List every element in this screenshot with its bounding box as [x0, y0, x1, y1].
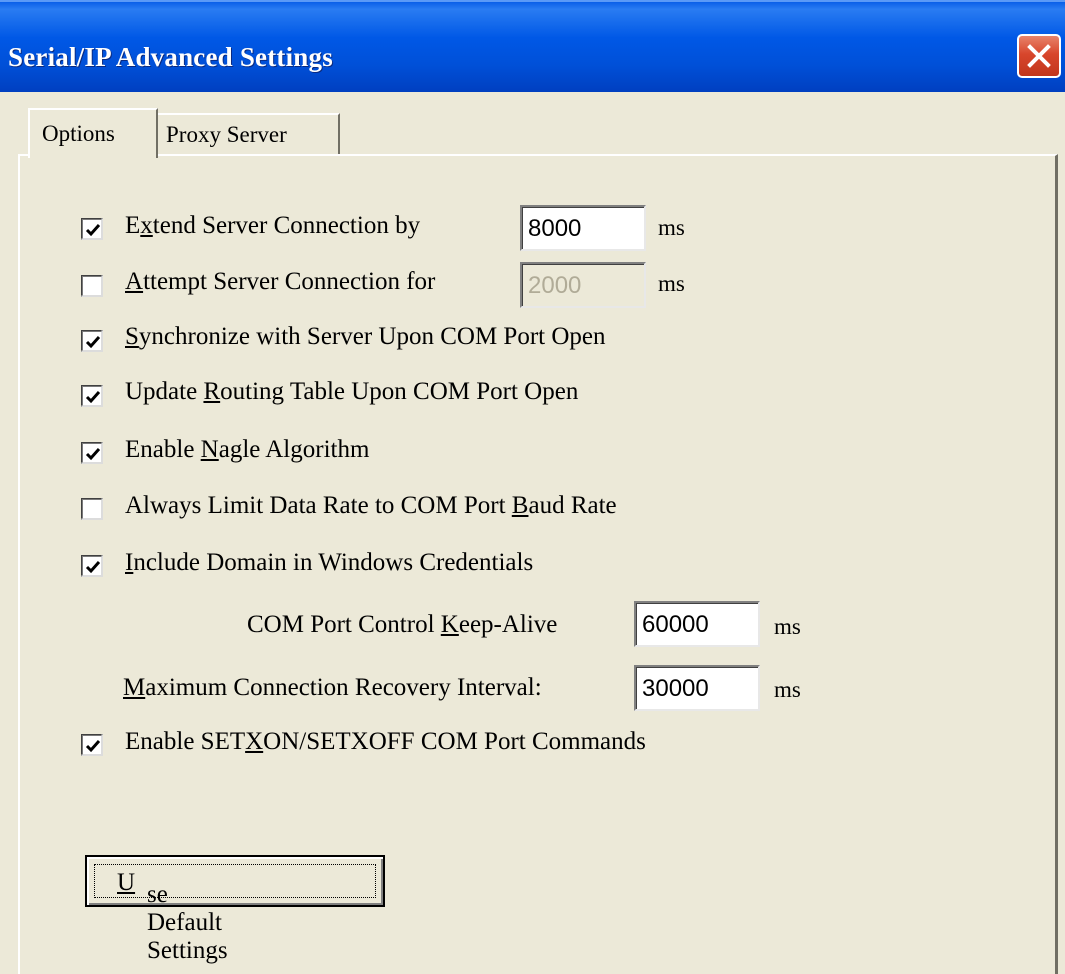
include-domain-checkbox[interactable] — [81, 555, 103, 577]
title-bar: Serial/IP Advanced Settings — [0, 0, 1065, 92]
limit-data-rate-checkbox[interactable] — [81, 498, 103, 520]
keepalive-field[interactable]: 60000 — [634, 601, 760, 647]
include-domain-label: Include Domain in Windows Credentials — [125, 549, 534, 576]
use-default-settings-button[interactable]: Use Default Settings — [85, 855, 385, 964]
setxon-label: Enable SETXON/SETXOFF COM Port Commands — [125, 728, 646, 755]
tab-options-label: Options — [42, 121, 115, 146]
check-icon — [85, 448, 101, 461]
check-icon — [85, 224, 101, 237]
attempt-unit: ms — [658, 271, 685, 296]
nagle-label: Enable Nagle Algorithm — [125, 436, 370, 463]
recovery-interval-label: Maximum Connection Recovery Interval: — [123, 674, 542, 701]
update-routing-checkbox[interactable] — [81, 385, 103, 407]
attempt-connection-label: Attempt Server Connection for — [125, 268, 436, 295]
close-icon — [1027, 44, 1051, 68]
limit-data-rate-label: Always Limit Data Rate to COM Port Baud … — [125, 492, 617, 519]
attempt-connection-field: 2000 — [520, 262, 646, 308]
extend-unit: ms — [658, 215, 685, 240]
tab-proxy-server-label: Proxy Server — [166, 122, 287, 147]
check-icon — [85, 740, 101, 753]
use-default-settings-label: Use Default Settings — [117, 869, 228, 964]
check-icon — [85, 391, 101, 404]
synchronize-checkbox[interactable] — [81, 330, 103, 352]
update-routing-label: Update Routing Table Upon COM Port Open — [125, 378, 579, 405]
extend-connection-label: Extend Server Connection by — [125, 212, 421, 239]
check-icon — [85, 336, 101, 349]
close-button[interactable] — [1017, 34, 1061, 78]
recovery-interval-field[interactable]: 30000 — [634, 665, 760, 711]
extend-connection-field[interactable]: 8000 — [520, 205, 646, 251]
tab-proxy-server[interactable]: Proxy Server — [156, 113, 340, 155]
extend-connection-checkbox[interactable] — [81, 218, 103, 240]
check-icon — [85, 561, 101, 574]
synchronize-label: Synchronize with Server Upon COM Port Op… — [125, 323, 606, 350]
recovery-unit: ms — [774, 677, 801, 702]
focus-rect — [94, 864, 376, 898]
keepalive-label: COM Port Control Keep-Alive — [247, 611, 558, 638]
setxon-checkbox[interactable] — [81, 734, 103, 756]
tab-options[interactable]: Options — [28, 108, 158, 158]
window-title: Serial/IP Advanced Settings — [8, 42, 333, 72]
nagle-checkbox[interactable] — [81, 442, 103, 464]
attempt-connection-checkbox[interactable] — [81, 275, 103, 297]
keepalive-unit: ms — [774, 614, 801, 639]
